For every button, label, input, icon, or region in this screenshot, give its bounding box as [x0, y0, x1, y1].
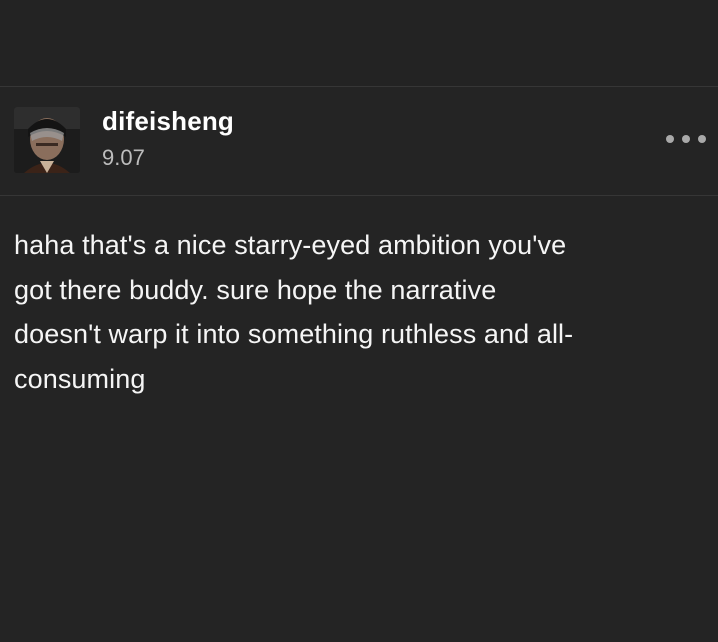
- post-header: difeisheng 9.07: [0, 87, 718, 195]
- dot-icon: [682, 135, 690, 143]
- post-date: 9.07: [102, 145, 145, 170]
- post-body-line: consuming: [14, 363, 146, 394]
- dot-icon: [698, 135, 706, 143]
- post-body-line: got there buddy. sure hope the narrative: [14, 274, 497, 305]
- more-options-icon[interactable]: [666, 131, 706, 147]
- dot-icon: [666, 135, 674, 143]
- header-bottom-divider: [0, 195, 718, 196]
- post-body-line: doesn't warp it into something ruthless …: [14, 319, 574, 349]
- post-body-line: haha that's a nice starry-eyed ambition …: [14, 230, 567, 260]
- username-label[interactable]: difeisheng: [102, 106, 234, 137]
- top-strip: [0, 0, 718, 86]
- post-body: haha that's a nice starry-eyed ambition …: [14, 223, 704, 401]
- avatar-portrait-icon[interactable]: [14, 107, 80, 173]
